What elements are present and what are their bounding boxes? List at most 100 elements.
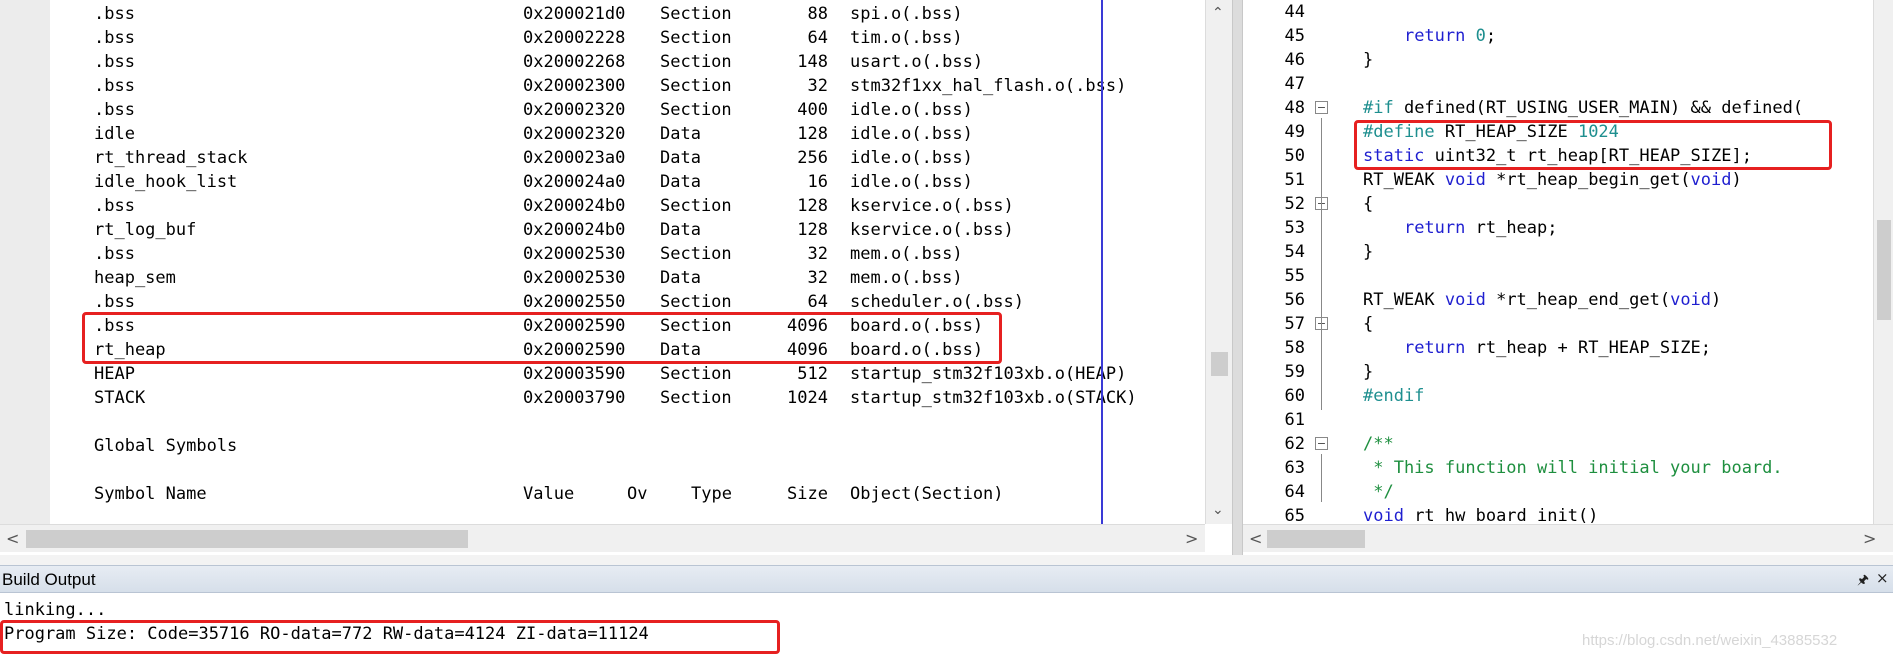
code-line[interactable]: 53 return rt_heap; (1243, 216, 1863, 240)
code-line[interactable]: 58 return rt_heap + RT_HEAP_SIZE; (1243, 336, 1863, 360)
symbol-address: 0x20003790 (523, 388, 626, 408)
code-line[interactable]: 63 * This function will initial your boa… (1243, 456, 1863, 480)
code-token: #if (1363, 98, 1394, 118)
code-content: */ (1363, 480, 1393, 504)
symbol-object: idle.o(.bss) (850, 124, 973, 144)
symbol-address: 0x20003590 (523, 364, 626, 384)
code-token: return (1403, 26, 1466, 46)
map-vertical-scroll-thumb[interactable] (1211, 352, 1228, 376)
symbol-name: .bss (94, 244, 135, 264)
fold-collapse-icon[interactable]: − (1315, 101, 1328, 114)
map-row: .bss 0x20002530 Section 32 mem.o(.bss) (0, 242, 1205, 266)
chevron-right-icon[interactable]: > (1185, 531, 1198, 547)
build-output-titlebar[interactable]: Build Output 🖈 × (0, 565, 1893, 593)
code-line[interactable]: 60 #endif (1243, 384, 1863, 408)
code-token: } (1363, 242, 1374, 262)
code-text[interactable]: 44 45 return 0; 46} 47 48− #if defined(RT_USI… (1243, 0, 1863, 524)
symbol-name: .bss (94, 52, 135, 72)
code-token: void (1690, 170, 1732, 190)
map-row: .bss 0x20002268 Section 148 usart.o(.bss) (0, 50, 1205, 74)
map-horizontal-scroll-thumb[interactable] (26, 530, 468, 548)
code-token: RT_WEAK (1363, 290, 1445, 310)
code-editor-pane[interactable]: 44 45 return 0; 46} 47 48− #if defined(RT_USI… (1243, 0, 1893, 555)
symbol-object: usart.o(.bss) (850, 52, 984, 72)
code-line[interactable]: 47 (1243, 72, 1863, 96)
symbol-object: kservice.o(.bss) (850, 196, 1014, 216)
symbol-size: 128 (797, 220, 828, 240)
code-line[interactable]: 55 (1243, 264, 1863, 288)
line-number: 65 (1284, 506, 1305, 524)
chevron-down-icon[interactable]: ⌄ (1212, 503, 1224, 517)
symbol-size: 128 (797, 124, 828, 144)
close-icon[interactable]: × (1876, 569, 1889, 587)
line-number: 53 (1284, 218, 1305, 238)
symbol-type: Data (660, 172, 701, 192)
code-line[interactable]: 46} (1243, 48, 1863, 72)
line-number: 64 (1284, 482, 1305, 502)
chevron-up-icon[interactable]: ⌃ (1212, 6, 1224, 20)
symbol-type: Section (660, 364, 732, 384)
code-content: return 0; (1363, 24, 1496, 48)
symbol-type: Data (660, 148, 701, 168)
code-line[interactable]: 52−{ (1243, 192, 1863, 216)
symbol-object: idle.o(.bss) (850, 100, 973, 120)
symbol-address: 0x20002300 (523, 76, 626, 96)
code-token: defined(RT_USING_USER_MAIN) && defined( (1393, 98, 1804, 118)
code-token: *rt_heap_begin_get( (1485, 170, 1691, 190)
code-line[interactable]: 62− /** (1243, 432, 1863, 456)
map-vertical-scrollbar[interactable]: ⌃ ⌄ (1205, 0, 1232, 524)
symbol-size: 64 (807, 292, 828, 312)
symbol-type: Section (660, 196, 732, 216)
code-line[interactable]: 51 RT_WEAK void *rt_heap_begin_get(void) (1243, 168, 1863, 192)
chevron-right-icon[interactable]: > (1863, 531, 1876, 547)
map-row: HEAP 0x20003590 Section 512 startup_stm32f10… (0, 362, 1205, 386)
code-line[interactable]: 54} (1243, 240, 1863, 264)
symbol-size: 32 (807, 76, 828, 96)
code-line[interactable]: 59} (1243, 360, 1863, 384)
editor-horizontal-scrollbar[interactable]: < > (1243, 524, 1893, 552)
pin-icon[interactable]: 🖈 (1857, 571, 1869, 593)
code-token: ) (1711, 290, 1722, 310)
code-content: } (1363, 48, 1373, 72)
chevron-left-icon[interactable]: < (1249, 531, 1262, 547)
symbol-size: 32 (807, 268, 828, 288)
symbol-object: startup_stm32f103xb.o(STACK) (850, 388, 1137, 408)
map-row: .bss 0x20002550 Section 64 scheduler.o(.bss) (0, 290, 1205, 314)
symbol-size: 1024 (787, 388, 828, 408)
editor-vertical-scroll-thumb[interactable] (1877, 220, 1891, 320)
line-number: 56 (1284, 290, 1305, 310)
symbol-size: 148 (797, 52, 828, 72)
fold-collapse-icon[interactable]: − (1315, 437, 1328, 450)
symbol-name: STACK (94, 388, 146, 408)
map-row: rt_log_buf 0x200024b0 Data 128 kservice.o(.b… (0, 218, 1205, 242)
code-line[interactable]: 57−{ (1243, 312, 1863, 336)
line-number: 52 (1284, 194, 1305, 214)
code-token: ) (1731, 170, 1742, 190)
code-line[interactable]: 48− #if defined(RT_USING_USER_MAIN) && de… (1243, 96, 1863, 120)
editor-vertical-scrollbar[interactable] (1873, 0, 1893, 524)
map-horizontal-scrollbar[interactable]: < > (0, 524, 1205, 552)
line-number: 58 (1284, 338, 1305, 358)
code-content: } (1363, 240, 1373, 264)
symbol-type: Section (660, 244, 732, 264)
chevron-left-icon[interactable]: < (6, 531, 19, 547)
line-number: 54 (1284, 242, 1305, 262)
symbol-name: heap_sem (94, 268, 176, 288)
code-line[interactable]: 56 RT_WEAK void *rt_heap_end_get(void) (1243, 288, 1863, 312)
code-token: { (1363, 194, 1374, 214)
editor-horizontal-scroll-thumb[interactable] (1267, 530, 1365, 548)
code-line[interactable]: 45 return 0; (1243, 24, 1863, 48)
panel-separator (0, 555, 1893, 565)
code-line[interactable]: 65 void rt_hw_board_init() (1243, 504, 1863, 524)
code-token: void (1670, 290, 1712, 310)
line-number: 50 (1284, 146, 1305, 166)
symbol-size: 256 (797, 148, 828, 168)
code-line[interactable]: 44 (1243, 0, 1863, 24)
code-line[interactable]: 61 (1243, 408, 1863, 432)
pane-splitter[interactable] (1232, 0, 1243, 555)
map-file-pane[interactable]: .bss 0x200021d0 Section 88 spi.o(.bss) .bss 0x… (0, 0, 1232, 555)
program-size-highlight (0, 620, 780, 654)
map-file-text[interactable]: .bss 0x200021d0 Section 88 spi.o(.bss) .bss 0x… (0, 0, 1205, 524)
code-line[interactable]: 64 */ (1243, 480, 1863, 504)
